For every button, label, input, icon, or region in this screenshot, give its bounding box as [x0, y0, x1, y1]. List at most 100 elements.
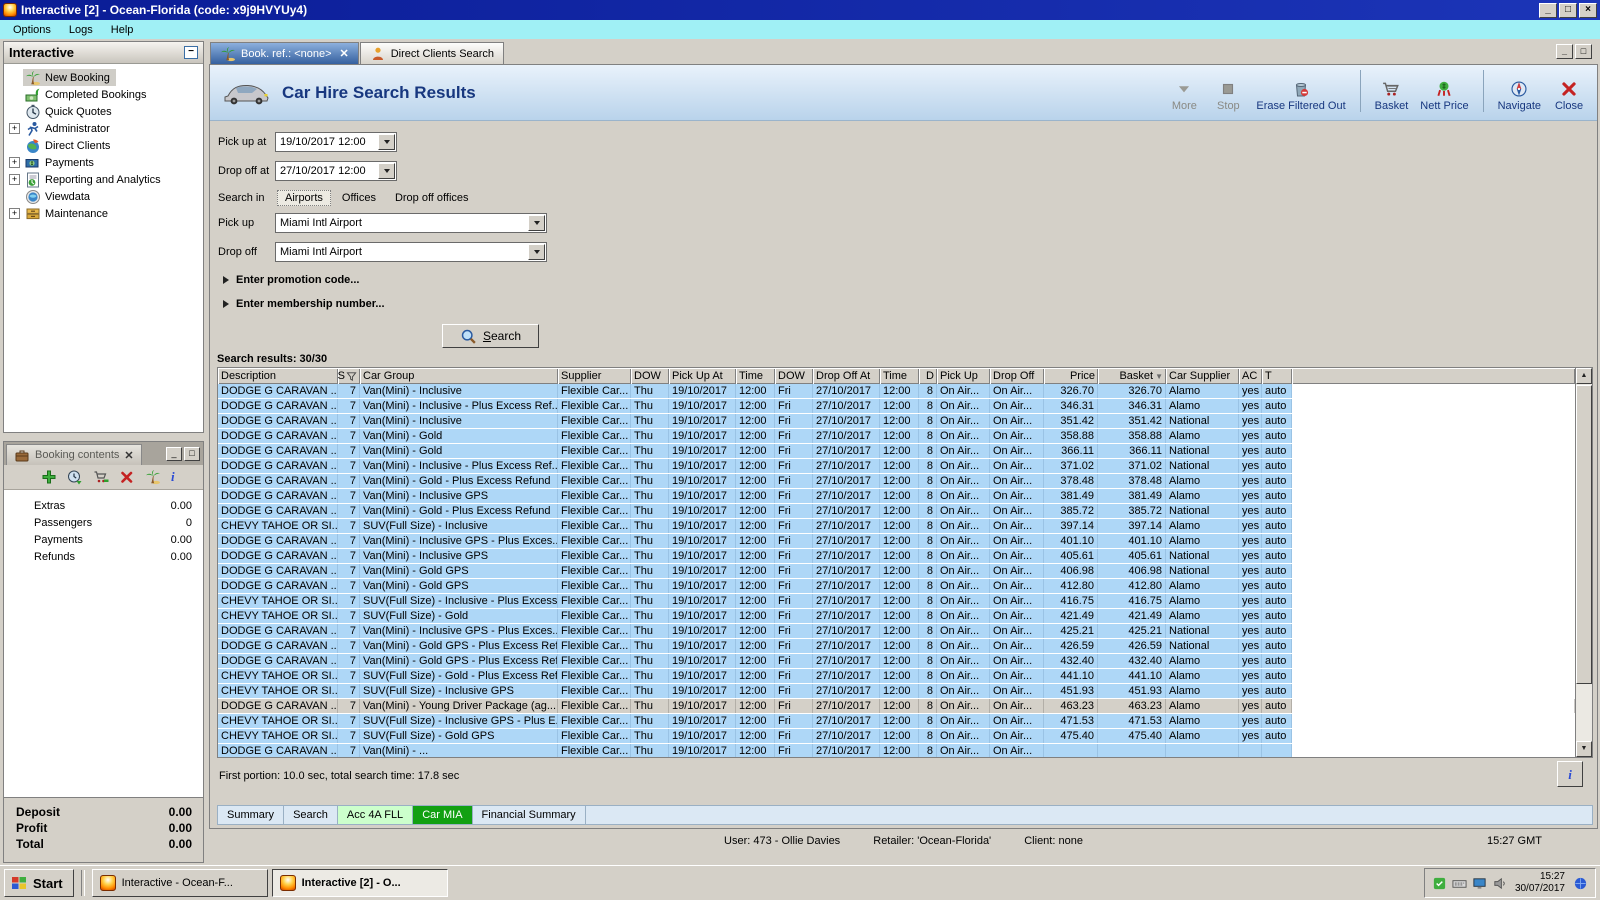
expand-icon[interactable]: +: [9, 123, 20, 134]
table-row[interactable]: DODGE G CARAVAN ... 7 Van(Mini) - Gold GPS…: [218, 579, 1575, 594]
tray-green-icon[interactable]: [1432, 876, 1447, 891]
dropoff-at-combo[interactable]: 27/10/2017 12:00: [275, 161, 397, 181]
navigate-button[interactable]: Navigate: [1498, 80, 1541, 112]
sidebar-item-payments[interactable]: + Payments: [4, 154, 203, 171]
sidebar-item-maintenance[interactable]: + Maintenance: [4, 205, 203, 222]
tray-network-icon[interactable]: [1573, 876, 1588, 891]
maximize-button[interactable]: □: [1559, 2, 1577, 18]
column-header-ac[interactable]: AC: [1239, 368, 1262, 384]
cart-add-icon[interactable]: [93, 469, 109, 485]
promotion-code-expander[interactable]: Enter promotion code...: [223, 274, 1597, 286]
table-row[interactable]: DODGE G CARAVAN ... 7 Van(Mini) - Gold Flex…: [218, 429, 1575, 444]
table-row[interactable]: DODGE G CARAVAN ... 7 Van(Mini) - Young Dr…: [218, 699, 1575, 714]
taskbar-window-button[interactable]: Interactive - Ocean-F...: [91, 869, 268, 897]
column-header-pickup_location[interactable]: Pick Up: [937, 368, 990, 384]
sidebar-item-administrator[interactable]: + Administrator: [4, 120, 203, 137]
bottom-tab-acc-4a-fll[interactable]: Acc 4A FLL: [337, 806, 414, 824]
sidebar-item-quick-quotes[interactable]: Quick Quotes: [4, 103, 203, 120]
sidebar-item-direct-clients[interactable]: Direct Clients: [4, 137, 203, 154]
menu-options[interactable]: Options: [4, 22, 60, 38]
search-button[interactable]: Search: [442, 324, 539, 348]
column-header-description[interactable]: Description: [218, 368, 338, 384]
search-in-offices[interactable]: Offices: [334, 190, 384, 206]
column-header-car_group[interactable]: Car Group: [360, 368, 558, 384]
table-row[interactable]: DODGE G CARAVAN ... 7 Van(Mini) - Gold - P…: [218, 474, 1575, 489]
table-row[interactable]: DODGE G CARAVAN ... 7 Van(Mini) - Inclusiv…: [218, 534, 1575, 549]
membership-number-expander[interactable]: Enter membership number...: [223, 298, 1597, 310]
sidebar-item-completed-bookings[interactable]: Completed Bookings: [4, 86, 203, 103]
table-row[interactable]: CHEVY TAHOE OR SI... 7 SUV(Full Size) - In…: [218, 594, 1575, 609]
dropoff-location-combo[interactable]: Miami Intl Airport: [275, 242, 547, 262]
pickup-location-combo[interactable]: Miami Intl Airport: [275, 213, 547, 233]
table-row[interactable]: CHEVY TAHOE OR SI... 7 SUV(Full Size) - Go…: [218, 729, 1575, 744]
start-button[interactable]: Start: [4, 869, 74, 897]
table-row[interactable]: CHEVY TAHOE OR SI... 7 SUV(Full Size) - In…: [218, 684, 1575, 699]
close-button[interactable]: ×: [1579, 2, 1597, 18]
column-header-dropoff_dow[interactable]: DOW: [775, 368, 813, 384]
table-row[interactable]: DODGE G CARAVAN ... 7 Van(Mini) - Inclusiv…: [218, 624, 1575, 639]
erase-filtered-out-button[interactable]: Erase Filtered Out: [1256, 80, 1346, 112]
scrollbar-thumb[interactable]: [1576, 385, 1592, 684]
chevron-down-icon[interactable]: [378, 134, 395, 150]
chevron-down-icon[interactable]: [378, 163, 395, 179]
column-header-pickup_date[interactable]: Pick Up At: [669, 368, 736, 384]
search-in-drop-off-offices[interactable]: Drop off offices: [387, 190, 477, 206]
table-row[interactable]: DODGE G CARAVAN ... 7 Van(Mini) - Inclusiv…: [218, 414, 1575, 429]
search-in-airports[interactable]: Airports: [277, 190, 331, 206]
collapse-panel-button[interactable]: −: [184, 46, 198, 59]
vertical-scrollbar[interactable]: ▲ ▼: [1575, 368, 1592, 757]
table-row[interactable]: CHEVY TAHOE OR SI... 7 SUV(Full Size) - Go…: [218, 669, 1575, 684]
bottom-tab-financial-summary[interactable]: Financial Summary: [473, 806, 586, 824]
expand-icon[interactable]: +: [9, 157, 20, 168]
table-row[interactable]: DODGE G CARAVAN ... 7 Van(Mini) - ... Flexi…: [218, 744, 1575, 757]
column-header-days[interactable]: D: [919, 368, 937, 384]
column-header-transmission[interactable]: T: [1262, 368, 1292, 384]
menu-logs[interactable]: Logs: [60, 22, 102, 38]
scroll-down-icon[interactable]: ▼: [1576, 741, 1592, 757]
table-row[interactable]: DODGE G CARAVAN ... 7 Van(Mini) - Inclusiv…: [218, 399, 1575, 414]
delete-icon[interactable]: [119, 469, 135, 485]
minimize-button[interactable]: _: [1539, 2, 1557, 18]
table-row[interactable]: DODGE G CARAVAN ... 7 Van(Mini) - Inclusiv…: [218, 384, 1575, 399]
sidebar-item-new-booking[interactable]: New Booking: [4, 69, 203, 86]
tab-booking-ref[interactable]: Book. ref.: <none> ✕: [210, 42, 359, 64]
pickup-at-combo[interactable]: 19/10/2017 12:00: [275, 132, 397, 152]
chevron-down-icon[interactable]: [528, 215, 545, 231]
column-header-supplier[interactable]: Supplier: [558, 368, 631, 384]
bottom-tab-car-mia[interactable]: Car MIA: [413, 806, 473, 824]
column-header-car_supplier[interactable]: Car Supplier: [1166, 368, 1239, 384]
nett-price-button[interactable]: Nett Price: [1420, 80, 1469, 112]
mdi-restore-button[interactable]: □: [1575, 44, 1592, 59]
menu-help[interactable]: Help: [102, 22, 143, 38]
tray-audio-icon[interactable]: [1492, 876, 1507, 891]
table-row[interactable]: CHEVY TAHOE OR SI... 7 SUV(Full Size) - In…: [218, 519, 1575, 534]
info-button[interactable]: i: [1557, 761, 1583, 787]
booking-contents-tab[interactable]: Booking contents ✕: [6, 444, 142, 465]
close-icon[interactable]: ✕: [124, 449, 133, 462]
expand-icon[interactable]: +: [9, 174, 20, 185]
bottom-tab-summary[interactable]: Summary: [218, 806, 285, 824]
minimize-panel-button[interactable]: _: [166, 447, 182, 461]
tray-keyboard-icon[interactable]: [1452, 876, 1467, 891]
table-row[interactable]: DODGE G CARAVAN ... 7 Van(Mini) - Gold GPS…: [218, 639, 1575, 654]
taskbar-window-button[interactable]: Interactive [2] - O...: [271, 869, 448, 897]
column-header-dropoff_date[interactable]: Drop Off At: [813, 368, 880, 384]
sidebar-item-reporting-and-analytics[interactable]: + Reporting and Analytics: [4, 171, 203, 188]
table-row[interactable]: DODGE G CARAVAN ... 7 Van(Mini) - Gold GPS…: [218, 564, 1575, 579]
mdi-minimize-button[interactable]: _: [1556, 44, 1573, 59]
chevron-down-icon[interactable]: [528, 244, 545, 260]
column-header-basket[interactable]: Basket ▼: [1098, 368, 1166, 384]
basket-button[interactable]: Basket: [1375, 80, 1408, 112]
table-row[interactable]: DODGE G CARAVAN ... 7 Van(Mini) - Inclusiv…: [218, 459, 1575, 474]
table-row[interactable]: DODGE G CARAVAN ... 7 Van(Mini) - Gold - P…: [218, 504, 1575, 519]
add-icon[interactable]: [41, 469, 57, 485]
table-row[interactable]: CHEVY TAHOE OR SI... 7 SUV(Full Size) - In…: [218, 714, 1575, 729]
info-icon[interactable]: i: [171, 469, 187, 485]
table-row[interactable]: DODGE G CARAVAN ... 7 Van(Mini) - Gold GPS…: [218, 654, 1575, 669]
table-row[interactable]: CHEVY TAHOE OR SI... 7 SUV(Full Size) - Go…: [218, 609, 1575, 624]
maximize-panel-button[interactable]: □: [184, 447, 200, 461]
tab-direct-clients-search[interactable]: Direct Clients Search: [359, 42, 505, 64]
close-icon[interactable]: ✕: [340, 47, 349, 60]
scroll-up-icon[interactable]: ▲: [1576, 368, 1592, 384]
column-header-price[interactable]: Price: [1044, 368, 1098, 384]
